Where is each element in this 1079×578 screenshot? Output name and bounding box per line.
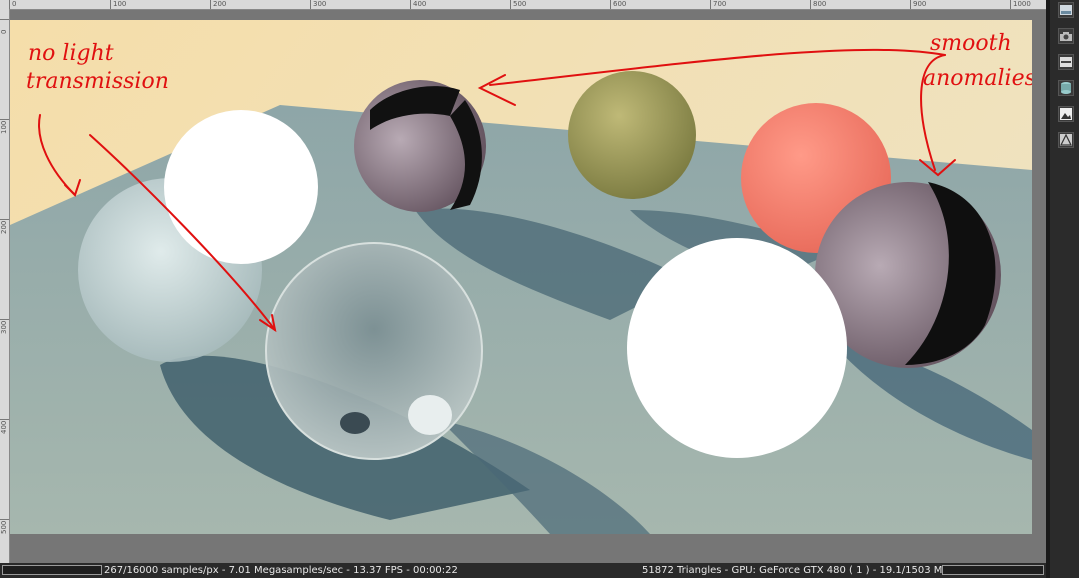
svg-text:smooth: smooth	[930, 31, 1012, 56]
ruler-tick: 300	[310, 0, 326, 9]
ruler-tick: 100	[110, 0, 126, 9]
progress-box-left	[2, 565, 102, 575]
progress-box-right	[942, 565, 1044, 575]
ruler-tick: 700	[710, 0, 726, 9]
ruler-tick: 0	[9, 0, 16, 9]
ruler-tick: 1000	[1010, 0, 1031, 9]
ruler-tick: 0	[0, 19, 9, 34]
svg-text:no light: no light	[28, 41, 114, 66]
tool-sidebar	[1046, 0, 1079, 578]
display-icon[interactable]	[1058, 54, 1074, 70]
render-viewport[interactable]: no light transmission smooth anomalies	[10, 10, 1046, 563]
ruler-tick: 100	[0, 119, 9, 134]
ruler-tick: 200	[210, 0, 226, 9]
ruler-tick: 400	[0, 419, 9, 434]
ruler-tick: 800	[810, 0, 826, 9]
svg-text:anomalies: anomalies	[923, 66, 1032, 91]
camera-icon[interactable]	[1058, 28, 1074, 44]
ruler-tick: 900	[910, 0, 926, 9]
ruler-tick: 400	[410, 0, 426, 9]
ruler-tick: 600	[610, 0, 626, 9]
fractal-icon[interactable]	[1058, 132, 1074, 148]
image-icon[interactable]	[1058, 2, 1074, 18]
status-bar: 267/16000 samples/px - 7.01 Megasamples/…	[0, 563, 1046, 578]
render-stats-text: 267/16000 samples/px - 7.01 Megasamples/…	[104, 565, 458, 576]
ruler-tick: 500	[0, 519, 9, 534]
horizontal-ruler: 0 100 200 300 400 500 600 700 800 900 10…	[0, 0, 1046, 10]
ruler-tick: 200	[0, 219, 9, 234]
picture-icon[interactable]	[1058, 106, 1074, 122]
vertical-ruler: 0 100 200 300 400 500	[0, 9, 10, 563]
render-image: no light transmission smooth anomalies	[10, 20, 1032, 534]
svg-text:transmission: transmission	[26, 69, 169, 94]
ruler-tick: 300	[0, 319, 9, 334]
app-window: 0 100 200 300 400 500 600 700 800 900 10…	[0, 0, 1079, 578]
ruler-tick: 500	[510, 0, 526, 9]
database-icon[interactable]	[1058, 80, 1074, 96]
